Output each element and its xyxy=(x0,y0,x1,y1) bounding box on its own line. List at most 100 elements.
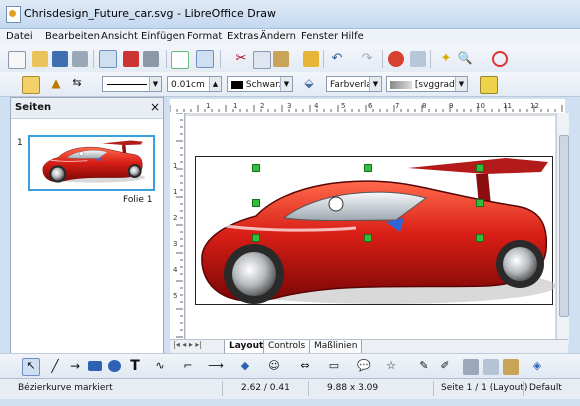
save-icon[interactable] xyxy=(52,51,68,67)
status-page: Seite 1 / 1 (Layout) xyxy=(441,383,528,393)
line-width-input[interactable]: 0.01cm ▲ xyxy=(167,76,222,92)
vertical-scrollbar[interactable] xyxy=(556,113,569,343)
selection-handle[interactable] xyxy=(476,164,484,172)
flowchart-icon[interactable]: ▭ xyxy=(326,359,342,375)
ruler-label: 4 xyxy=(173,266,178,274)
new-document-icon[interactable] xyxy=(8,51,26,69)
redo-icon[interactable]: ↷ xyxy=(359,51,375,67)
gallery-icon[interactable] xyxy=(410,51,426,67)
slide-thumbnail[interactable] xyxy=(28,135,155,191)
tab-masslinien[interactable]: Maßlinien xyxy=(309,340,363,354)
tab-controls[interactable]: Controls xyxy=(263,340,311,354)
insert-object-icon[interactable] xyxy=(503,359,519,375)
drawing-canvas[interactable] xyxy=(186,113,565,343)
extrusion-icon[interactable]: ◈ xyxy=(529,359,545,375)
menu-fenster[interactable]: Fenster xyxy=(301,31,338,42)
ruler-label: 4 xyxy=(314,102,319,110)
vertical-ruler[interactable]: 1 1 2 3 4 5 xyxy=(170,112,185,343)
selection-handle[interactable] xyxy=(252,199,260,207)
window-title: Chrisdesign_Future_car.svg - LibreOffice… xyxy=(24,7,277,20)
menu-hilfe[interactable]: Hilfe xyxy=(341,31,364,42)
block-arrows-icon[interactable]: ⇔ xyxy=(297,359,313,375)
points-icon[interactable]: ✎ xyxy=(416,359,432,375)
shadow-icon[interactable] xyxy=(480,76,498,94)
fontwork-icon[interactable] xyxy=(483,359,499,375)
menu-aendern[interactable]: Ändern xyxy=(260,31,296,42)
select-icon[interactable]: ↖ xyxy=(22,358,40,376)
menu-einfuegen[interactable]: Einfügen xyxy=(141,31,185,42)
undo-icon[interactable]: ↶ xyxy=(329,51,345,67)
connector-icon[interactable]: ⌐ xyxy=(180,359,196,375)
slide-number: 1 xyxy=(17,138,23,148)
paste-icon[interactable] xyxy=(273,51,289,67)
ruler-label: 10 xyxy=(476,102,485,110)
open-icon[interactable] xyxy=(32,51,48,67)
drawing-page xyxy=(186,116,555,343)
vertical-ruler-ticks: 1 1 2 3 4 5 xyxy=(173,112,183,338)
ruler-label: 1 xyxy=(173,162,177,170)
arrow-style-icon[interactable]: ⇆ xyxy=(69,76,85,92)
navigator-icon[interactable] xyxy=(388,51,404,67)
clone-formatting-icon[interactable] xyxy=(303,51,319,67)
tab-layout[interactable]: Layout xyxy=(224,340,269,354)
menu-bearbeiten[interactable]: Bearbeiten xyxy=(45,31,100,42)
line-icon[interactable]: ▲ xyxy=(48,76,64,92)
callouts-icon[interactable]: 💬 xyxy=(356,359,372,375)
drawing-toolbar: ↖ ╱ → T ∿ ⌐ ⟶ ◆ ☺ ⇔ ▭ 💬 ☆ ✎ ✐ ◈ xyxy=(0,353,580,379)
line-tool-icon[interactable]: ╱ xyxy=(47,359,63,375)
close-icon[interactable]: × xyxy=(150,100,160,114)
glue-points-icon[interactable]: ✐ xyxy=(437,359,453,375)
menu-format[interactable]: Format xyxy=(187,31,222,42)
email-icon[interactable] xyxy=(72,51,88,67)
line-color-value: Schwarz xyxy=(245,80,284,90)
selection-handle[interactable] xyxy=(476,199,484,207)
edit-mode-icon[interactable] xyxy=(99,50,117,68)
ellipse-icon[interactable] xyxy=(108,360,121,372)
ruler-label: 2 xyxy=(260,102,264,110)
fill-type-select[interactable]: Farbverlau ▼ xyxy=(326,76,382,92)
styles-icon[interactable] xyxy=(22,76,40,94)
line-style-select[interactable]: ▼ xyxy=(102,76,162,92)
line-color-select[interactable]: Schwarz ▼ xyxy=(227,76,293,92)
rectangle-icon[interactable] xyxy=(88,361,102,371)
tab-nav-arrows-icon[interactable]: |◂ ◂ ▸ ▸| xyxy=(173,340,202,349)
slide-label: Folie 1 xyxy=(123,195,153,205)
status-layout: Default xyxy=(529,383,562,393)
star-points-icon[interactable]: ✦ xyxy=(438,51,454,67)
menu-ansicht[interactable]: Ansicht xyxy=(101,31,138,42)
menu-datei[interactable]: Datei xyxy=(6,31,33,42)
symbol-shapes-icon[interactable]: ☺ xyxy=(266,359,282,375)
insert-image-icon[interactable] xyxy=(463,359,479,375)
selection-handle[interactable] xyxy=(364,234,372,242)
selection-handle[interactable] xyxy=(252,164,260,172)
stars-icon[interactable]: ☆ xyxy=(383,359,399,375)
spellcheck-icon[interactable] xyxy=(171,51,189,69)
help-icon[interactable] xyxy=(492,51,508,67)
lines-arrows-icon[interactable]: ⟶ xyxy=(208,359,224,375)
auto-spellcheck-icon[interactable] xyxy=(196,50,214,68)
zoom-icon[interactable]: 🔍 xyxy=(457,51,473,67)
text-icon[interactable]: T xyxy=(127,358,143,374)
line-fill-toolbar: ▲ ⇆ ▼ 0.01cm ▲ Schwarz ▼ ⬙ Farbverlau ▼ … xyxy=(0,72,580,97)
selection-handle[interactable] xyxy=(476,234,484,242)
arrow-line-icon[interactable]: → xyxy=(67,359,83,375)
line-width-value: 0.01cm xyxy=(171,80,205,90)
cut-icon[interactable]: ✂ xyxy=(233,51,249,67)
basic-shapes-icon[interactable]: ◆ xyxy=(237,359,253,375)
scrollbar-thumb[interactable] xyxy=(559,135,569,317)
fill-gradient-select[interactable]: [svggradi ▼ xyxy=(386,76,468,92)
menu-extras[interactable]: Extras xyxy=(227,31,259,42)
selection-handle[interactable] xyxy=(252,234,260,242)
curve-icon[interactable]: ∿ xyxy=(152,359,168,375)
print-icon[interactable] xyxy=(143,51,159,67)
ruler-label: 3 xyxy=(287,102,291,110)
slide-panel-header: Seiten × xyxy=(11,98,163,119)
selection-handle[interactable] xyxy=(364,164,372,172)
copy-icon[interactable] xyxy=(253,51,271,69)
horizontal-ruler[interactable]: 1 1 2 3 4 5 6 7 8 9 10 11 12 xyxy=(169,99,565,114)
ruler-label: 8 xyxy=(422,102,426,110)
export-pdf-icon[interactable] xyxy=(123,51,139,67)
area-fill-icon[interactable]: ⬙ xyxy=(301,76,317,92)
ruler-label: 7 xyxy=(395,102,399,110)
draw-app-icon[interactable] xyxy=(6,6,21,23)
